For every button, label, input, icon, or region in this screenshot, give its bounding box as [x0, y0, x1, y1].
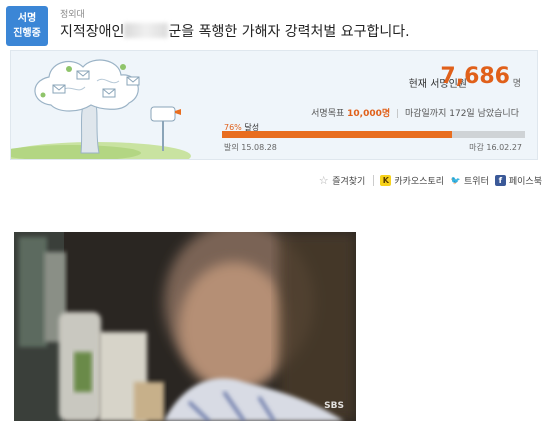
star-icon: ☆	[318, 174, 329, 187]
broadcaster-watermark: SBS	[324, 401, 344, 411]
bookmark-button[interactable]: ☆ 즐겨찾기	[318, 174, 366, 187]
deadline-suffix: 남았습니다	[477, 109, 519, 119]
count-unit: 명	[512, 79, 521, 89]
twitter-button[interactable]: 🐦 트위터	[450, 174, 489, 187]
goal-row: 서명목표 10,000명 | 마감일까지 172일 남았습니다	[311, 106, 519, 119]
twitter-label: 트위터	[464, 177, 489, 187]
status-badge: 서명 진행중	[6, 6, 48, 46]
kakaostory-label: 카카오스토리	[394, 177, 445, 187]
kakaostory-icon: K	[380, 175, 392, 186]
twitter-icon: 🐦	[450, 176, 461, 185]
share-divider	[373, 175, 375, 186]
bookmark-label: 즐겨찾기	[332, 177, 366, 187]
badge-line2: 진행중	[13, 28, 41, 39]
facebook-label: 페이스북	[508, 177, 542, 187]
badge-line1: 서명	[17, 13, 37, 24]
signature-panel: 현재 서명인원 7,686 명 서명목표 10,000명 | 마감일까지 172…	[10, 50, 538, 160]
kakaostory-button[interactable]: K 카카오스토리	[380, 174, 444, 187]
end-date: 마감 16.02.27	[469, 143, 522, 152]
goal-divider: |	[396, 109, 400, 119]
blurred-name	[124, 23, 169, 38]
deadline-prefix: 마감일까지	[404, 109, 447, 119]
start-date: 발의 15.08.28	[224, 143, 277, 152]
news-video-still[interactable]: SBS	[14, 232, 356, 421]
facebook-icon: f	[494, 175, 506, 186]
blurred-video-frame	[14, 232, 356, 421]
goal-label: 서명목표	[311, 109, 345, 119]
current-count: 7,686	[440, 64, 510, 89]
author-name: 정외대	[60, 10, 85, 20]
goal-value: 10,000명	[347, 109, 391, 119]
page-title: 지적장애인 군을 폭행한 가해자 강력처벌 요구합니다.	[60, 21, 410, 41]
progress-bar	[222, 131, 525, 138]
title-text-after: 군을 폭행한 가해자 강력처벌 요구합니다.	[168, 24, 410, 40]
progress-bar-fill	[222, 131, 453, 138]
deadline-days: 172일	[449, 109, 475, 119]
facebook-button[interactable]: f 페이스북	[494, 174, 542, 187]
title-text-before: 지적장애인	[60, 24, 125, 40]
tree-mailbox-illustration	[11, 59, 191, 159]
share-toolbar: ☆ 즐겨찾기 K 카카오스토리 🐦 트위터 f 페이스북	[312, 174, 542, 187]
